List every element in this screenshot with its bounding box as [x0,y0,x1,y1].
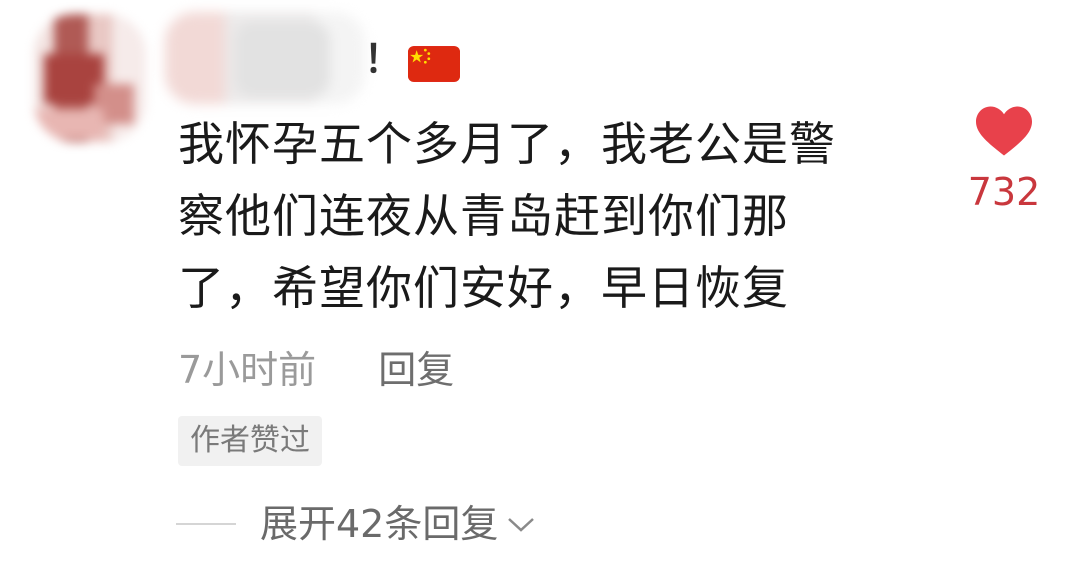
reply-button[interactable]: 回复 [378,342,454,398]
comment-card: ！ 我怀孕五个多月了，我老公是警 察他们连夜从青岛赶到你们那 了，希望你们安好，… [0,0,1075,572]
expand-replies-label: 展开42条回复 [260,502,499,546]
expand-replies-button[interactable]: 展开42条回复 [176,496,536,552]
comment-line: 了，希望你们安好，早日恢复 [178,261,789,315]
comment-line: 我怀孕五个多月了，我老公是警 [178,117,836,171]
comment-time: 7小时前 [178,348,317,392]
china-flag-icon [408,46,460,82]
heart-icon[interactable] [976,106,1032,156]
like-count: 732 [967,170,1041,214]
comment-text: 我怀孕五个多月了，我老公是警 察他们连夜从青岛赶到你们那 了，希望你们安好，早日… [178,108,918,324]
comment-meta: 7小时前 回复 [178,342,454,398]
username[interactable] [165,12,365,104]
comment-line: 察他们连夜从青岛赶到你们那 [178,189,789,243]
username-suffix: ！ [364,37,403,81]
chevron-down-icon [508,518,535,532]
author-liked-badge: 作者赞过 [178,416,322,466]
like-button[interactable]: 732 [964,106,1044,214]
divider [176,523,236,525]
avatar[interactable] [34,14,146,142]
